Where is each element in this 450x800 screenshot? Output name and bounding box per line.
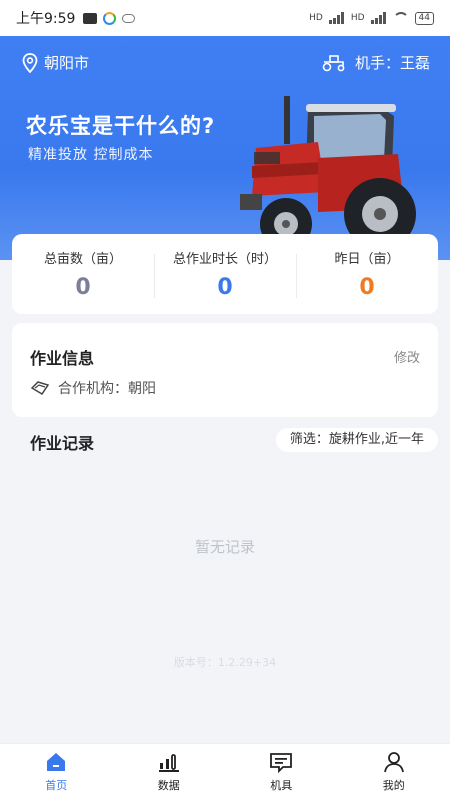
status-time: 上午9:59	[16, 11, 76, 27]
app-notification-icon	[103, 11, 117, 25]
signal-icon-2	[370, 12, 387, 24]
status-bar: 上午9:59 HD HD 44	[0, 0, 450, 36]
stat-label: 总亩数（亩）	[43, 252, 122, 267]
signal-icon	[328, 12, 345, 24]
work-info-card: 作业信息 修改 合作机构：朝阳	[12, 323, 438, 417]
tab-mine[interactable]: 我的	[338, 744, 450, 800]
tab-label: 我的	[382, 779, 405, 792]
location-pin-icon	[22, 52, 38, 73]
banner-headline[interactable]: 农乐宝是干什么的?	[26, 110, 215, 140]
stat-total-area: 总亩数（亩） 0	[12, 248, 154, 300]
tab-label: 机具	[270, 779, 293, 792]
location-label: 朝阳市	[44, 54, 90, 72]
stat-label: 昨日（亩）	[334, 252, 400, 267]
user-icon	[383, 752, 404, 773]
stat-value: 0	[359, 275, 375, 300]
cooperative-org-label: 合作机构：朝阳	[58, 381, 156, 397]
tab-label: 数据	[157, 779, 180, 792]
tab-data[interactable]: 数据	[113, 744, 226, 800]
records-title: 作业记录	[30, 434, 95, 453]
tab-label: 首页	[45, 779, 68, 792]
tag-icon	[30, 381, 50, 395]
stat-value: 0	[217, 275, 233, 300]
operator-info[interactable]: 机手：王磊	[321, 52, 430, 73]
work-info-title: 作业信息	[30, 349, 95, 368]
hd-label-2: HD	[350, 13, 365, 23]
operator-label: 机手：王磊	[354, 54, 430, 72]
cooperative-org: 合作机构：朝阳	[30, 378, 156, 398]
cloud-notification-icon	[122, 13, 136, 23]
message-icon	[270, 753, 293, 773]
tab-home[interactable]: 首页	[0, 744, 113, 800]
banner-subline: 精准投放 控制成本	[28, 147, 154, 163]
stat-label: 总作业时长（时）	[172, 252, 277, 267]
tab-machines[interactable]: 机具	[225, 744, 338, 800]
battery-indicator: 44	[414, 11, 434, 25]
version-label: 版本号：1.2.29+34	[173, 656, 277, 669]
message-notification-icon	[83, 12, 98, 24]
home-icon	[47, 753, 66, 771]
header-banner: 朝阳市 机手：王磊 农乐宝是干什么的? 精准投放 控制成本	[0, 36, 450, 260]
wifi-icon	[392, 12, 409, 24]
bottom-tab-bar: 首页 数据 机具 我的	[0, 743, 450, 800]
stats-card: 总亩数（亩） 0 总作业时长（时） 0 昨日（亩） 0	[12, 234, 438, 314]
stat-value: 0	[75, 275, 91, 300]
location-selector[interactable]: 朝阳市	[22, 52, 89, 73]
edit-button[interactable]: 修改	[394, 347, 420, 366]
filter-button[interactable]: 筛选：旋耕作业,近一年	[275, 428, 438, 452]
hd-label-1: HD	[309, 13, 323, 23]
empty-state: 暂无记录	[194, 538, 255, 556]
bar-chart-icon	[158, 754, 179, 772]
stat-total-hours: 总作业时长（时） 0	[154, 248, 296, 300]
tractor-icon	[322, 54, 345, 71]
stat-yesterday-area: 昨日（亩） 0	[296, 248, 438, 300]
